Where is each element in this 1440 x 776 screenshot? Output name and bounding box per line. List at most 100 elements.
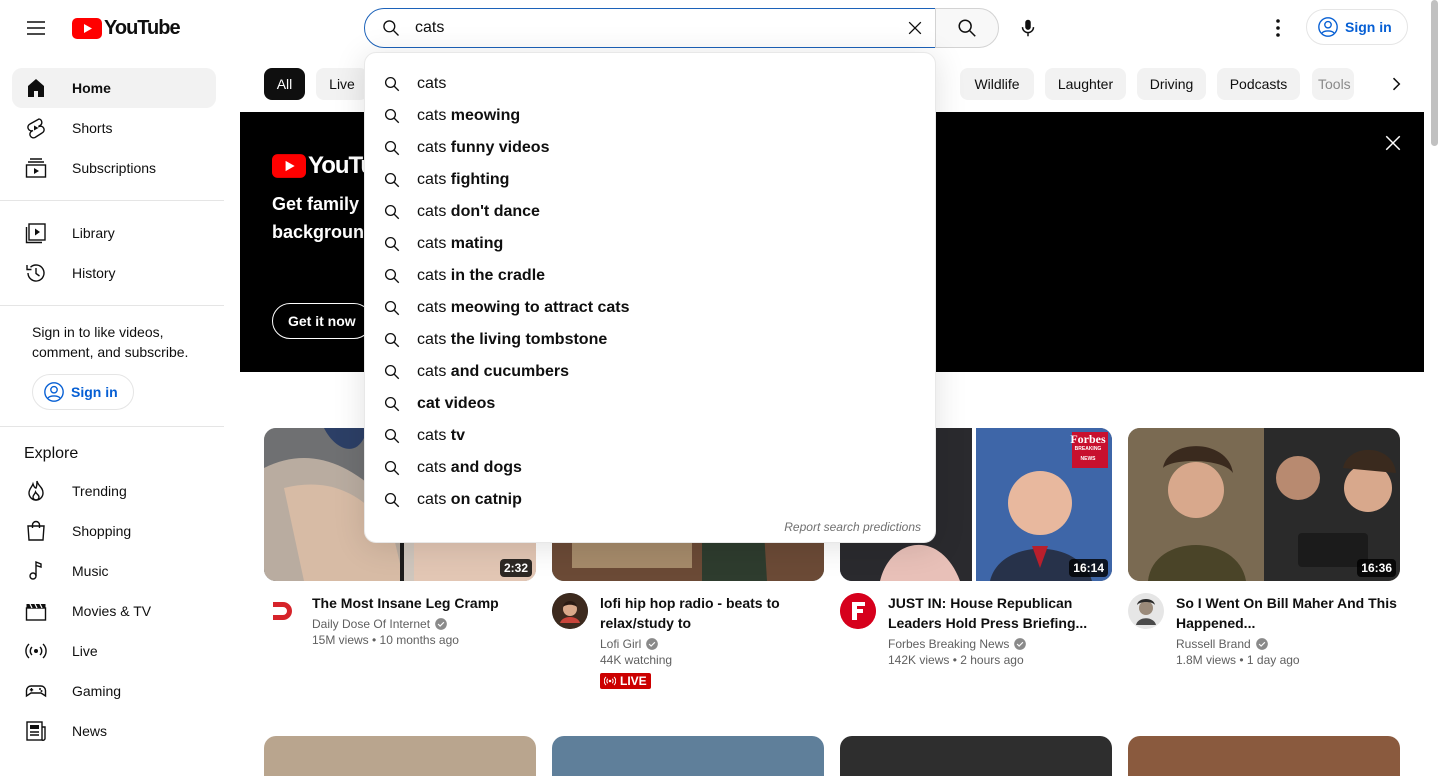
settings-menu-button[interactable] — [1258, 8, 1298, 48]
search-suggestion[interactable]: cats tv — [365, 420, 935, 452]
video-thumbnail[interactable] — [264, 736, 536, 776]
sidebar-item-subscriptions[interactable]: Subscriptions — [12, 148, 216, 188]
channel-avatar[interactable] — [1128, 593, 1164, 629]
clear-search-button[interactable] — [899, 12, 931, 44]
forbes-badge-subtitle: BREAKING NEWS — [1074, 446, 1102, 462]
suggestion-query-part: cats — [417, 267, 447, 284]
sidebar-item-library[interactable]: Library — [12, 213, 216, 253]
sidebar-item-movies[interactable]: Movies & TV — [12, 591, 216, 631]
account-icon — [1318, 17, 1338, 37]
search-icon — [383, 20, 399, 36]
search-suggestion[interactable]: cats fighting — [365, 164, 935, 196]
search-suggestion[interactable]: cats funny videos — [365, 132, 935, 164]
get-it-now-button[interactable]: Get it now — [272, 303, 372, 339]
video-thumbnail[interactable] — [1128, 736, 1400, 776]
chip-live[interactable]: Live — [316, 68, 368, 100]
suggestion-query-part: cats — [417, 331, 447, 348]
guide-menu-button[interactable] — [16, 8, 56, 48]
chips-next-button[interactable] — [1376, 64, 1416, 104]
chip-wildlife[interactable]: Wildlife — [960, 68, 1034, 100]
video-title[interactable]: JUST IN: House Republican Leaders Hold P… — [888, 593, 1112, 633]
video-duration: 2:32 — [499, 559, 532, 577]
channel-avatar[interactable] — [840, 593, 876, 629]
chip-all[interactable]: All — [264, 68, 305, 100]
suggestion-query-part: cats — [417, 139, 447, 156]
sidebar-item-music[interactable]: Music — [12, 551, 216, 591]
more-vertical-icon — [1276, 19, 1280, 37]
sidebar-item-news[interactable]: News — [12, 711, 216, 751]
chip-podcasts[interactable]: Podcasts — [1217, 68, 1300, 100]
page-scrollbar[interactable] — [1428, 0, 1440, 753]
sign-in-prompt: Sign in to like videos, comment, and sub… — [32, 324, 189, 360]
search-suggestion[interactable]: cats on catnip — [365, 484, 935, 516]
search-icon — [384, 332, 400, 348]
suggestion-completion: meowing to attract cats — [446, 299, 630, 316]
search-suggestion[interactable]: cats don't dance — [365, 196, 935, 228]
suggestion-text: cats and cucumbers — [417, 363, 569, 381]
search-suggestion[interactable]: cats meowing to attract cats — [365, 292, 935, 324]
video-card[interactable]: 16:36 So I Went On Bill Maher And This H… — [1128, 428, 1400, 667]
verified-badge-icon — [1014, 638, 1027, 650]
sidebar-item-trending[interactable]: Trending — [12, 471, 216, 511]
search-button[interactable] — [935, 8, 999, 48]
suggestion-text: cats mating — [417, 235, 503, 253]
search-suggestion[interactable]: cats in the cradle — [365, 260, 935, 292]
channel-name[interactable]: Russell Brand — [1176, 637, 1251, 651]
video-duration: 16:14 — [1069, 559, 1108, 577]
live-label: LIVE — [620, 674, 647, 688]
channel-name[interactable]: Daily Dose Of Internet — [312, 617, 430, 631]
report-search-predictions-link[interactable]: Report search predictions — [784, 520, 921, 534]
newspaper-icon — [26, 721, 46, 741]
suggestion-completion: on catnip — [446, 491, 522, 508]
search-icon — [384, 396, 400, 412]
search-icon — [384, 204, 400, 220]
search-suggestion[interactable]: cat videos — [365, 388, 935, 420]
search-suggestion[interactable]: cats — [365, 68, 935, 100]
channel-name[interactable]: Forbes Breaking News — [888, 637, 1009, 651]
home-icon — [28, 79, 44, 97]
search-icon — [384, 460, 400, 476]
sidebar-sign-in-button[interactable]: Sign in — [32, 374, 134, 410]
channel-avatar[interactable] — [552, 593, 588, 629]
youtube-logo[interactable]: YouTube — [72, 17, 181, 40]
video-title[interactable]: The Most Insane Leg Cramp — [312, 593, 536, 613]
chip-laughter[interactable]: Laughter — [1045, 68, 1126, 100]
forbes-badge-title: Forbes — [1070, 432, 1106, 446]
video-thumbnail[interactable] — [840, 736, 1112, 776]
sidebar-item-shorts[interactable]: Shorts — [12, 108, 216, 148]
sidebar-item-label: Library — [72, 225, 115, 241]
sign-in-label: Sign in — [1345, 19, 1392, 35]
verified-badge-icon — [1255, 638, 1268, 650]
video-thumbnail[interactable]: 16:36 — [1128, 428, 1400, 581]
sidebar-item-history[interactable]: History — [12, 253, 216, 293]
search-input[interactable] — [415, 19, 875, 37]
search-suggestion[interactable]: cats the living tombstone — [365, 324, 935, 356]
search-suggestion[interactable]: cats mating — [365, 228, 935, 260]
sidebar-item-gaming[interactable]: Gaming — [12, 671, 216, 711]
hamburger-menu-icon — [27, 21, 45, 35]
channel-avatar[interactable] — [264, 593, 300, 629]
chip-tools[interactable]: Tools — [1312, 68, 1354, 100]
search-suggestion[interactable]: cats and cucumbers — [365, 356, 935, 388]
sidebar-item-shopping[interactable]: Shopping — [12, 511, 216, 551]
channel-name[interactable]: Lofi Girl — [600, 637, 641, 651]
search-suggestion[interactable]: cats meowing — [365, 100, 935, 132]
lofi-girl-avatar-icon — [552, 593, 588, 629]
sidebar-item-home[interactable]: Home — [12, 68, 216, 108]
sidebar-divider — [0, 305, 224, 306]
video-title[interactable]: lofi hip hop radio - beats to relax/stud… — [600, 593, 824, 633]
sign-in-button[interactable]: Sign in — [1306, 9, 1408, 45]
video-thumbnail[interactable] — [552, 736, 824, 776]
search-icon — [384, 76, 400, 92]
sidebar-item-live[interactable]: Live — [12, 631, 216, 671]
video-title[interactable]: So I Went On Bill Maher And This Happene… — [1176, 593, 1400, 633]
search-box[interactable] — [364, 8, 936, 48]
library-icon — [25, 223, 46, 244]
search-suggestion[interactable]: cats and dogs — [365, 452, 935, 484]
voice-search-button[interactable] — [1008, 8, 1048, 48]
scrollbar-thumb[interactable] — [1431, 0, 1438, 146]
verified-badge-icon — [435, 618, 447, 630]
dismiss-banner-button[interactable] — [1380, 130, 1406, 156]
chip-driving[interactable]: Driving — [1137, 68, 1206, 100]
sidebar-item-label: Shorts — [72, 120, 113, 136]
